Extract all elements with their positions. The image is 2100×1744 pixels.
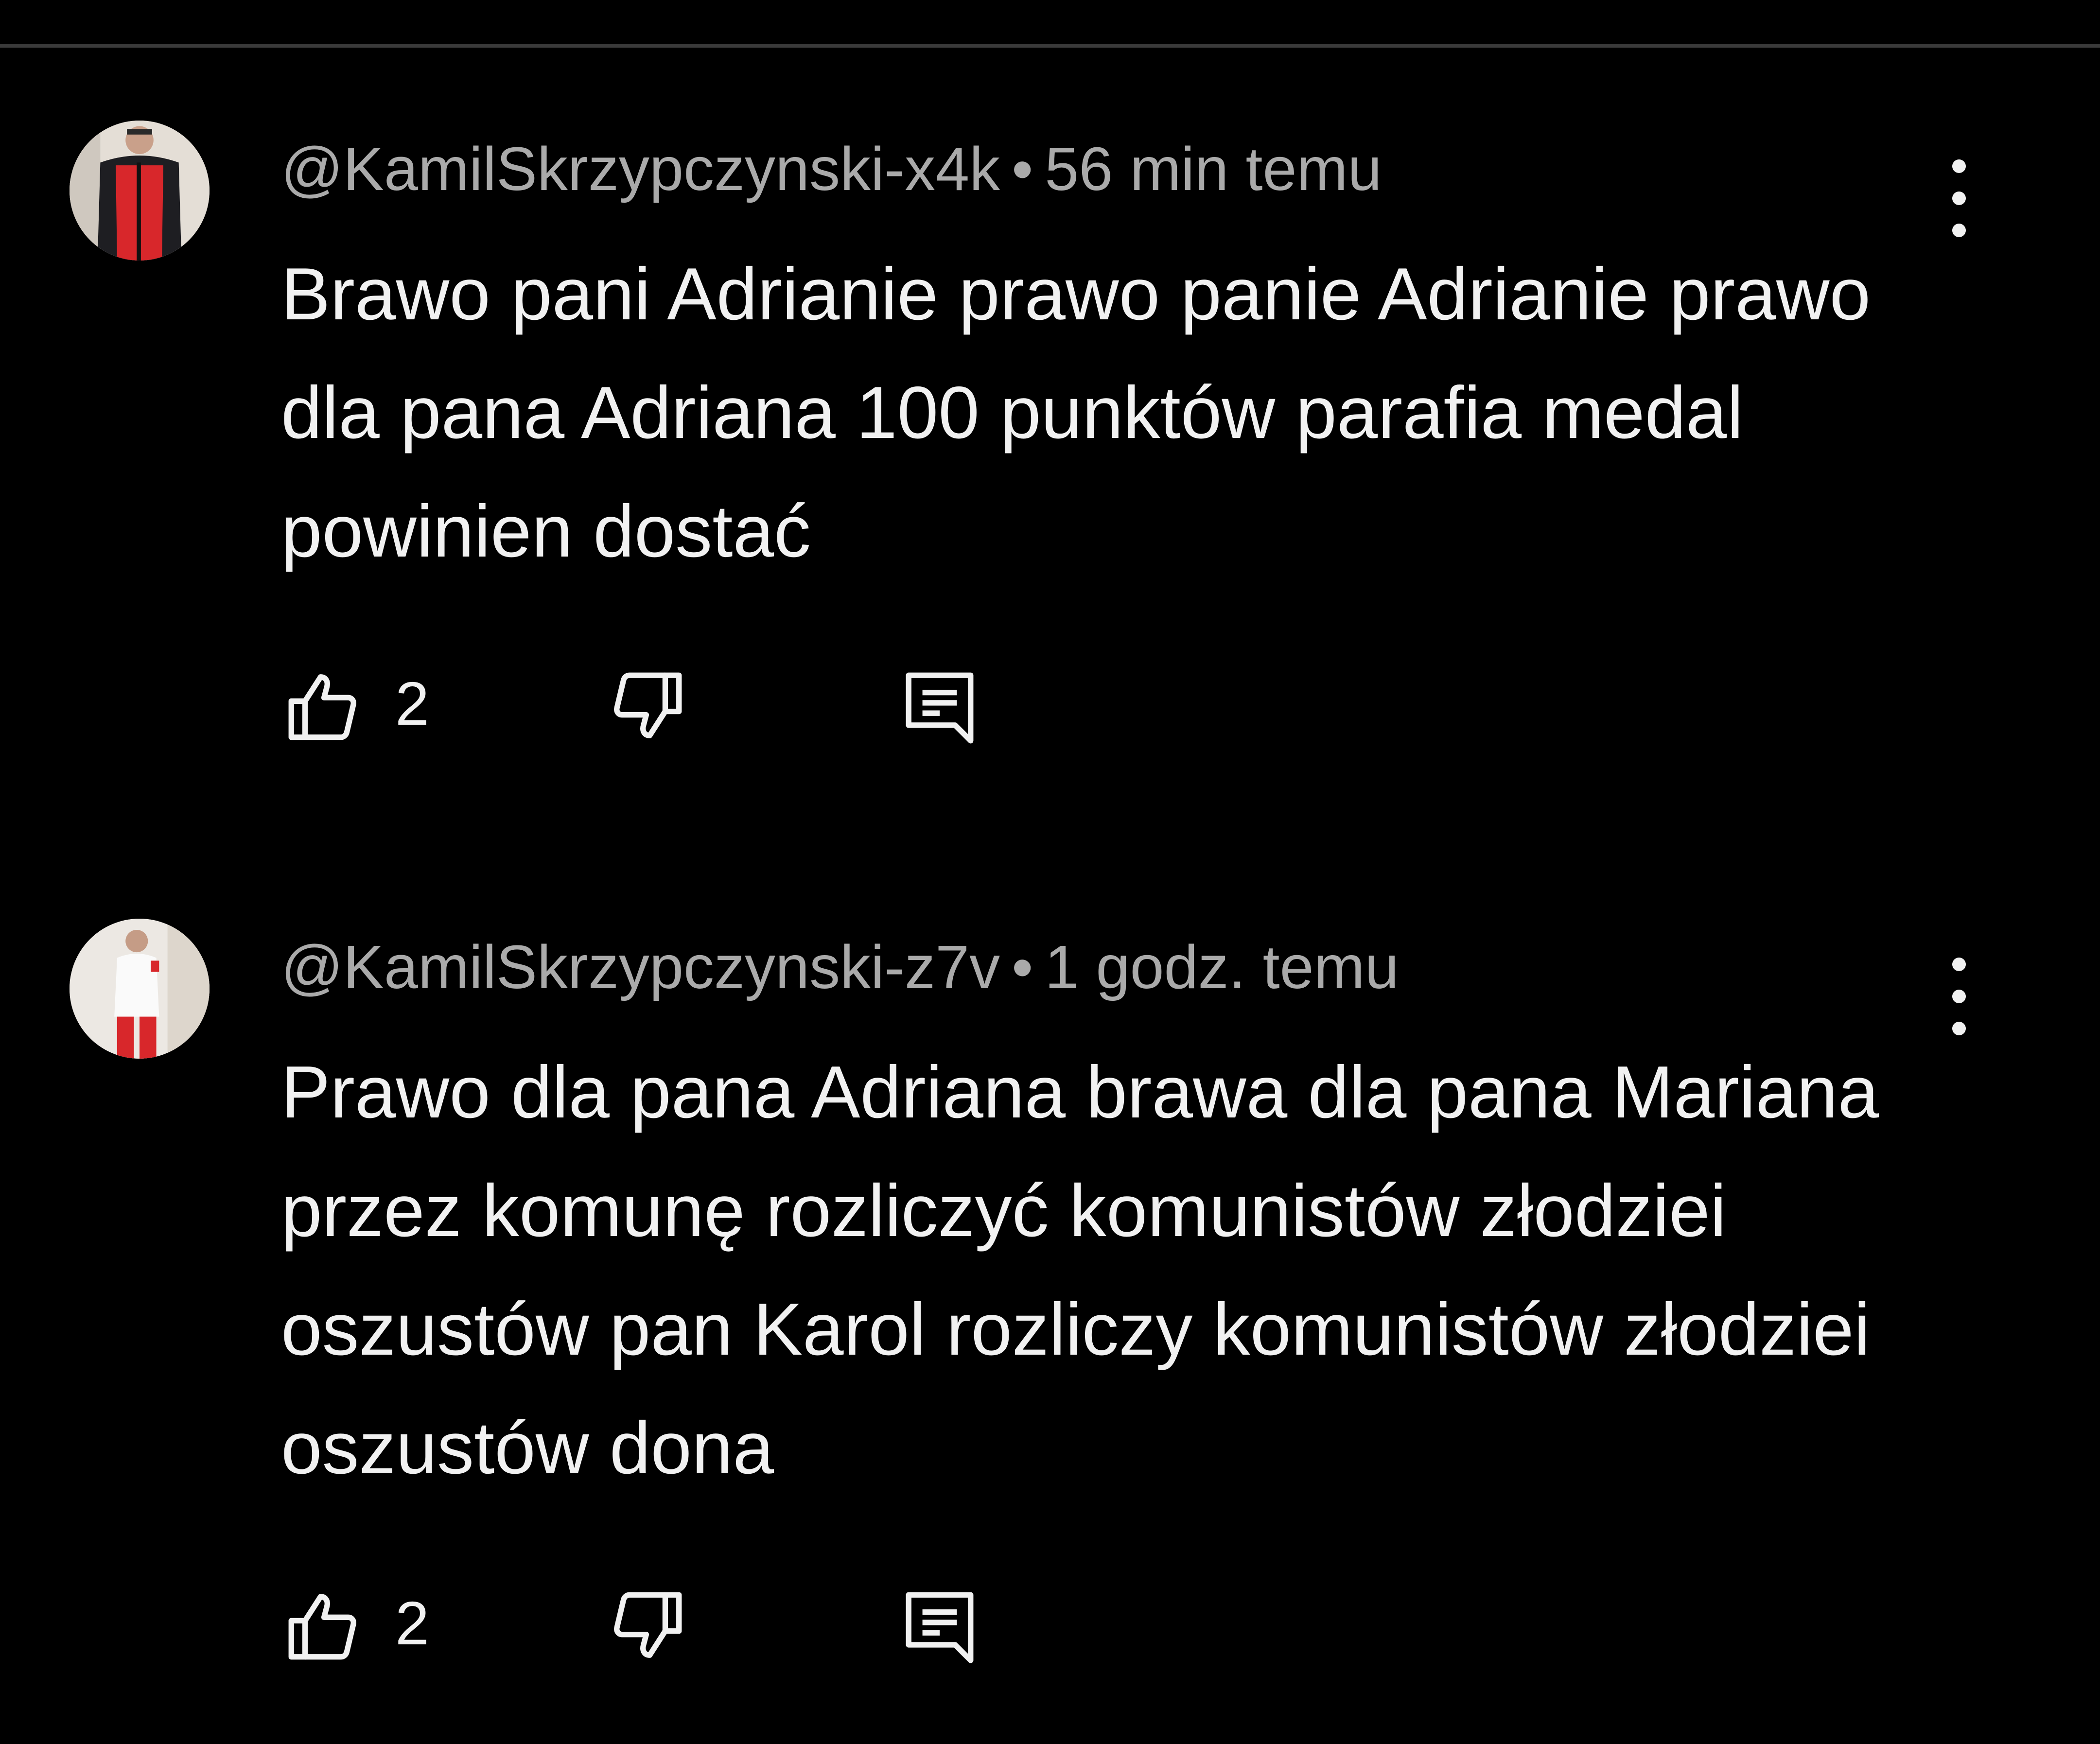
timestamp[interactable]: 1 godz. temu	[1045, 933, 1399, 1001]
more-vertical-icon	[1952, 159, 1966, 173]
comment-text: Brawo pani Adrianie prawo panie Adrianie…	[281, 253, 1871, 573]
comment-header: @KamilSkrzypczynski-z7v • 1 godz. temu	[281, 933, 1399, 1001]
thumbs-up-icon	[288, 674, 356, 740]
more-options-button[interactable]	[1935, 953, 1983, 1040]
more-vertical-icon	[1952, 958, 1966, 971]
avatar-image	[70, 919, 210, 1059]
thumbs-down-icon	[614, 672, 682, 738]
reply-comment-icon	[906, 672, 974, 744]
thumbs-up-icon	[288, 1594, 356, 1660]
like-button[interactable]: 2	[281, 1575, 485, 1672]
more-options-button[interactable]	[1935, 155, 1983, 242]
reply-button[interactable]	[898, 1575, 996, 1672]
like-button[interactable]: 2	[281, 655, 485, 752]
comment-header: @KamilSkrzypczynski-x4k • 56 min temu	[281, 135, 1382, 203]
more-dot	[1952, 224, 1966, 237]
timestamp[interactable]: 56 min temu	[1045, 135, 1382, 203]
avatar[interactable]	[70, 121, 210, 261]
author-name[interactable]: @KamilSkrzypczynski-x4k	[281, 135, 1000, 203]
avatar-image	[70, 121, 210, 261]
separator: •	[1012, 933, 1033, 1001]
avatar[interactable]	[70, 919, 210, 1059]
author-name[interactable]: @KamilSkrzypczynski-z7v	[281, 933, 1000, 1001]
reply-comment-icon	[906, 1592, 974, 1663]
more-dot	[1952, 990, 1966, 1003]
more-dot	[1952, 1022, 1966, 1035]
thumbs-down-icon	[614, 1592, 682, 1658]
dislike-button[interactable]	[607, 655, 704, 752]
like-count: 2	[395, 669, 430, 738]
reply-button[interactable]	[898, 655, 996, 752]
dislike-button[interactable]	[607, 1575, 704, 1672]
like-count: 2	[395, 1589, 430, 1657]
top-divider	[0, 44, 2100, 48]
separator: •	[1012, 135, 1033, 203]
more-dot	[1952, 192, 1966, 205]
comment-text: Prawo dla pana Adriana brawa dla pana Ma…	[281, 1051, 1879, 1489]
